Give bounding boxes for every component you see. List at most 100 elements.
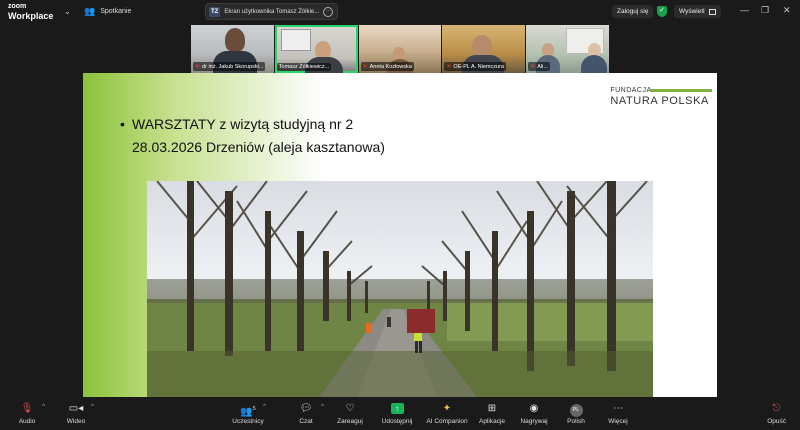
participant-name-tag: ✕ dr inż. Jakub Skorupski... [193,62,266,71]
participants-label: Uczestnicy [232,418,264,425]
mic-muted-icon: 🎙︎ [20,403,34,414]
app-logo: zoom Workplace [8,3,54,21]
more-options-icon[interactable]: ··· [323,6,334,17]
mic-off-icon: ✕ [362,64,368,70]
chat-button[interactable]: 💬︎ Czat ^ [284,402,328,425]
slide-bullet: • WARSZTATY z wizytą studyjną nr 2 28.03… [120,113,385,159]
participants-icon: 👥5 [240,406,256,418]
participant-face [472,35,493,57]
participant-name: Ali... [537,63,548,70]
participant-tile-active[interactable]: Tomasz Żółkiewicz... [274,25,358,73]
shield-check-icon[interactable]: ✓ [657,6,667,17]
share-icon-wrap: ↑ [390,402,404,416]
chevron-up-icon[interactable]: ^ [91,404,94,410]
participant-name: dr inż. Jakub Skorupski... [202,63,264,70]
chat-icon: 💬︎ [299,403,313,414]
video-button[interactable]: ▭◂ Wideo ^ [54,402,98,425]
participant-name-tag: Tomasz Żółkiewicz... [276,63,332,71]
people-icon: 👥 [84,6,96,16]
zoom-meeting-window: zoom Workplace ⌄ 👥 Spotkanie TZ Ekran uż… [0,0,800,430]
video-label: Wideo [66,418,86,425]
language-badge: PL [569,404,583,417]
chevron-up-icon[interactable]: ^ [263,404,266,410]
chevron-up-icon[interactable]: ^ [42,404,45,410]
record-label: Nagrywaj [520,418,548,425]
chevron-up-icon[interactable]: ^ [321,404,324,410]
top-bar: zoom Workplace ⌄ 👥 Spotkanie TZ Ekran uż… [0,0,800,24]
camera-icon: ▭◂ [68,403,84,414]
participant-name-tag: ✕ Ali... [528,62,550,71]
logo-bar [650,89,713,92]
more-button[interactable]: ⋯ Więcej [596,402,640,425]
bullet-dot: • [120,116,125,132]
whiteboard [280,29,311,51]
brand-bottom: Workplace [8,11,54,21]
participants-count: 5 [252,406,256,412]
participant-name-tag: ✕ OE-PL A. Niemczura [444,62,506,71]
language-button[interactable]: PL Polish [554,402,598,425]
signin-button[interactable]: Zaloguj się [612,5,654,18]
language-label: Polish [567,418,585,425]
viewing-screen-indicator[interactable]: TZ Ekran użytkownika Tomasz Żółkie... ··… [205,3,339,20]
mic-off-icon: ✕ [446,64,452,70]
logo-line2: NATURA POLSKA [610,95,709,107]
participant-name: Aneta Kozłowska [369,63,412,70]
bullet-line2: 28.03.2026 Drzeniów (aleja kasztanowa) [132,139,385,155]
avenue-photo [147,181,653,397]
restore-icon[interactable]: ❐ [761,5,769,16]
leave-button[interactable]: ⎋ Opuść [767,402,786,425]
grid-icon [708,8,716,15]
leave-label: Opuść [767,418,786,425]
participants-button[interactable]: 👥5 Uczestnicy ^ [226,402,270,425]
signin-label: Zaloguj się [617,8,649,15]
more-icon: ⋯ [613,403,623,414]
viewing-label: Ekran użytkownika Tomasz Żółkie... [224,8,320,15]
participant-name-tag: ✕ Aneta Kozłowska [360,62,414,71]
mic-off-icon: ✕ [195,64,201,70]
view-label: Wyświetl [679,8,705,15]
share-button[interactable]: ↑ Udostępnij [375,402,419,425]
meeting-toolbar: 🎙︎ Audio ^ ▭◂ Wideo ^ 👥5 Uczestnicy ^ 💬︎… [0,398,800,430]
view-button[interactable]: Wyświetl [674,5,721,18]
avenue-photo-drawing [147,181,653,397]
sparkle-icon: ✦ [442,403,452,414]
react-button[interactable]: ♡ Zareaguj [328,402,372,425]
apps-button[interactable]: ⊞ Aplikacje [470,402,514,425]
participant-tile[interactable]: ✕ OE-PL A. Niemczura [442,25,526,73]
participant-name: OE-PL A. Niemczura [453,63,504,70]
bullet-line1: WARSZTATY z wizytą studyjną nr 2 [132,116,354,132]
participant-face [225,28,245,52]
heart-icon: ♡ [345,403,355,414]
ai-label: AI Companion [426,418,468,425]
close-icon[interactable]: ✕ [783,5,791,16]
minimize-icon[interactable]: — [740,5,749,15]
ai-companion-button[interactable]: ✦ AI Companion [425,402,469,425]
shared-screen-slide: FUNDACJA NATURA POLSKA • WARSZTATY z wiz… [83,73,717,397]
share-icon: ↑ [390,403,404,414]
foundation-logo: FUNDACJA NATURA POLSKA [610,87,713,107]
participant-tile[interactable]: ✕ Ali... [526,25,609,73]
meeting-info-button[interactable]: 👥 Spotkanie [84,6,131,17]
more-label: Więcej [608,418,628,425]
participant-body [581,55,608,73]
participant-strip: ✕ dr inż. Jakub Skorupski... Tomasz Żółk… [191,25,609,73]
apps-icon: ⊞ [487,403,497,414]
chevron-down-icon[interactable]: ⌄ [64,7,71,16]
record-icon: ◉ [529,403,539,414]
participant-name: Tomasz Żółkiewicz... [278,64,330,70]
meeting-label: Spotkanie [100,8,132,15]
audio-button[interactable]: 🎙︎ Audio ^ [5,402,49,425]
record-button[interactable]: ◉ Nagrywaj [512,402,556,425]
mic-off-icon: ✕ [530,64,536,70]
presenter-avatar: TZ [209,6,221,17]
apps-label: Aplikacje [478,418,505,425]
react-label: Zareaguj [337,418,363,425]
language-icon-wrap: PL [569,402,583,417]
audio-label: Audio [18,418,36,425]
share-label: Udostępnij [381,418,413,425]
participant-tile[interactable]: ✕ Aneta Kozłowska [358,25,442,73]
participant-tile[interactable]: ✕ dr inż. Jakub Skorupski... [191,25,274,73]
leave-icon: ⎋ [772,403,781,414]
chat-label: Czat [299,418,313,425]
brand-top: zoom [8,3,27,10]
